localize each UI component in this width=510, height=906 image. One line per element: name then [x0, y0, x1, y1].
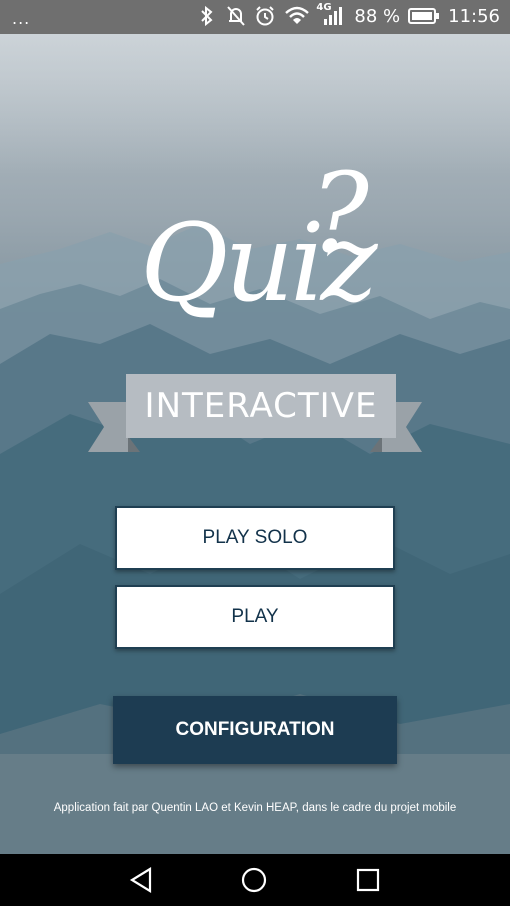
play-button[interactable]: PLAY — [115, 585, 395, 649]
navigation-bar — [0, 854, 510, 906]
recents-icon[interactable] — [354, 866, 382, 899]
bluetooth-icon — [196, 5, 218, 27]
alarm-icon — [254, 5, 276, 27]
battery-percent: 88 % — [354, 5, 401, 27]
vibrate-icon — [226, 5, 246, 27]
battery-icon — [408, 6, 440, 26]
configuration-button[interactable]: CONFIGURATION — [113, 696, 397, 764]
signal-icon: 4G — [316, 2, 346, 27]
status-bar: ... 4G 88 % 11:56 — [0, 0, 510, 34]
credits-text: Application fait par Quentin LAO et Kevi… — [53, 802, 457, 814]
clock: 11:56 — [448, 5, 500, 27]
notification-dots: ... — [12, 9, 31, 28]
play-solo-button[interactable]: PLAY SOLO — [115, 506, 395, 570]
app-screen: ... 4G 88 % 11:56 ? Quiz INTERACTIVE PLA… — [0, 0, 510, 906]
back-icon[interactable] — [128, 866, 156, 899]
home-icon[interactable] — [240, 866, 268, 899]
status-icons: 4G 88 % 11:56 — [196, 2, 500, 27]
wifi-icon — [284, 5, 310, 27]
